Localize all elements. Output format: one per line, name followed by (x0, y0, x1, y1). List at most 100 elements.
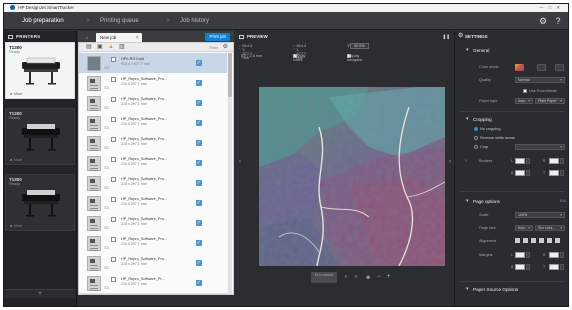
add-folder-icon[interactable]: ▣ (97, 44, 103, 51)
job-row[interactable]: 1/1 HP_Repro_Software_Pro... 210 x 297.1 m… (79, 153, 227, 174)
align-center-icon[interactable] (523, 238, 528, 243)
margin-left-input[interactable] (515, 252, 525, 258)
margin-left-spinner[interactable] (526, 252, 530, 258)
job-row[interactable]: 1/1 HP_Repro_Software_Pro... 210 x 297.1 m… (79, 133, 227, 154)
job-row[interactable]: 1/1 HP_Repro_Software_Pr... 210 x 297.1 mm… (79, 273, 227, 294)
fit-to-window-button[interactable]: Fit to window (311, 272, 337, 283)
border-top-spinner[interactable] (560, 170, 564, 176)
filter-label[interactable]: Filter (209, 44, 218, 51)
printer-more-link[interactable]: More (10, 224, 22, 228)
job-row[interactable]: 1/1 HP_Repro_Software_Pro... 210 x 297.1 m… (79, 173, 227, 194)
zoom-in-icon[interactable]: + (387, 274, 391, 280)
preview-canvas[interactable] (259, 87, 445, 266)
color-mode-grayscale-button[interactable] (537, 64, 546, 71)
paper-source-select[interactable]: Auto (515, 98, 533, 104)
section-page-options[interactable]: Page options (466, 198, 500, 204)
border-top-input[interactable] (549, 170, 559, 176)
border-left-input[interactable] (515, 158, 525, 164)
panel-toggle-icon[interactable]: ❚❚ (442, 31, 450, 42)
job-row[interactable]: 1/1 HP_Repro_Software_Pro... 210 x 297.1 m… (79, 73, 227, 94)
section-paper-source[interactable]: Paper Source Options (466, 286, 518, 292)
border-left-spinner[interactable] (526, 158, 530, 164)
job-row[interactable]: 1/1 HP_Repro_Software_Pro... 210 x 297.1 m… (79, 213, 227, 234)
radio-no-cropping[interactable] (474, 127, 478, 131)
add-file-icon[interactable]: ▤ (86, 44, 92, 51)
job-list-scrollbar[interactable] (228, 53, 232, 294)
job-checkbox[interactable]: ✓ (196, 100, 202, 106)
zoom-out-icon[interactable]: − (377, 274, 381, 280)
page-size-select[interactable]: Sim Leta... (535, 225, 565, 231)
help-icon[interactable]: ? (553, 16, 563, 26)
margin-bottom-spinner[interactable] (526, 264, 530, 270)
tab-job-history[interactable]: Job history (180, 12, 209, 30)
job-checkbox[interactable]: ✓ (196, 120, 202, 126)
expand-left-arrow[interactable]: › (465, 158, 467, 164)
printer-card[interactable]: T1300 Ready More (5, 174, 75, 231)
job-checkbox[interactable]: ✓ (196, 280, 202, 286)
border-bottom-input[interactable] (515, 170, 525, 176)
next-arrow-icon[interactable]: › (355, 274, 357, 280)
scrollbar-thumb[interactable] (228, 53, 232, 97)
printer-more-link[interactable]: More (10, 92, 22, 96)
scale-select[interactable]: 100% (515, 212, 565, 218)
margin-top-spinner[interactable] (560, 264, 564, 270)
printer-more-link[interactable]: More (10, 158, 22, 162)
section-general[interactable]: General (466, 47, 489, 53)
align-bottom-icon[interactable] (555, 238, 560, 243)
printer-card[interactable]: T1300 Ready More (5, 42, 75, 99)
job-row[interactable]: 1/1 HP_Repro_Software_Pro... 210 x 297.1 m… (79, 113, 227, 134)
radio-remove-white[interactable] (474, 136, 478, 140)
margin-right-input[interactable] (549, 252, 559, 258)
border-right-spinner[interactable] (560, 158, 564, 164)
job-row[interactable]: 1/1 HP_Repro_Software_Pro... 210 x 297.1 m… (79, 93, 227, 114)
job-checkbox[interactable]: ✓ (196, 60, 202, 66)
job-checkbox[interactable]: ✓ (196, 180, 202, 186)
job-checkbox[interactable]: ✓ (196, 160, 202, 166)
job-checkbox[interactable]: ✓ (196, 260, 202, 266)
paper-type-select[interactable]: Plain Paper (535, 98, 565, 104)
job-checkbox[interactable]: ✓ (196, 140, 202, 146)
job-row[interactable]: 1/1 HP0-RG7mdt 914.4 x 677.7 mm ✓ (79, 53, 227, 74)
collapse-left-arrow[interactable]: ‹ (239, 159, 241, 165)
pan-icon[interactable]: ✥ (366, 275, 370, 281)
color-mode-color-button[interactable] (515, 64, 524, 71)
window-controls[interactable]: —□✕ (539, 4, 565, 12)
job-checkbox[interactable]: ✓ (196, 200, 202, 206)
align-right-icon[interactable] (531, 238, 536, 243)
section-cropping[interactable]: Cropping (466, 116, 492, 122)
border-bottom-spinner[interactable] (526, 170, 530, 176)
align-top-icon[interactable] (539, 238, 544, 243)
job-row[interactable]: 1/1 HP_Repro_Software_Pro... 210 x 297.1 m… (79, 253, 227, 274)
page-size-auto-select[interactable]: Auto (515, 225, 533, 231)
economode-checkbox[interactable] (523, 89, 527, 93)
align-left-icon[interactable] (515, 238, 520, 243)
align-middle-icon[interactable] (547, 238, 552, 243)
margin-right-spinner[interactable] (560, 252, 564, 258)
border-right-input[interactable] (549, 158, 559, 164)
settings-toggle-icon[interactable]: ⚙ (458, 31, 463, 42)
radio-crop[interactable] (474, 145, 478, 149)
print-job-button[interactable]: Print job (205, 33, 230, 41)
job-checkbox[interactable]: ✓ (196, 240, 202, 246)
color-mode-bw-button[interactable] (555, 64, 564, 71)
tab-printing-queue[interactable]: Printing queue (100, 12, 139, 30)
list-settings-icon[interactable]: ⚙ (223, 44, 228, 51)
margin-bottom-input[interactable] (515, 264, 525, 270)
tab-new-job[interactable]: New job ✕ (96, 33, 142, 42)
printer-card[interactable]: T1300 Ready More (5, 108, 75, 165)
crop-select[interactable] (515, 144, 565, 150)
margin-top-input[interactable] (549, 264, 559, 270)
collapse-right-arrow[interactable]: › (449, 159, 451, 165)
zoom-control[interactable]: ⚲ 32.9% (347, 43, 369, 49)
tab-job-preparation[interactable]: Job preparation (22, 12, 64, 30)
add-printer-button[interactable]: + (4, 289, 76, 298)
page-options-edit-link[interactable]: Edit (560, 199, 566, 203)
quality-select[interactable]: Normal (515, 77, 565, 83)
delete-icon[interactable]: ▥ (119, 44, 125, 51)
settings-gear-icon[interactable]: ⚙ (538, 16, 548, 26)
job-checkbox[interactable]: ✓ (196, 80, 202, 86)
prev-arrow-icon[interactable]: ‹ (345, 274, 347, 280)
job-row[interactable]: 1/1 HP_Repro_Software_Pro... 210 x 297.1 m… (79, 193, 227, 214)
home-icon[interactable]: ⌂ (81, 33, 93, 42)
job-row[interactable]: 1/1 HP_Repro_Software_Pro... 210 x 297.1 m… (79, 233, 227, 254)
